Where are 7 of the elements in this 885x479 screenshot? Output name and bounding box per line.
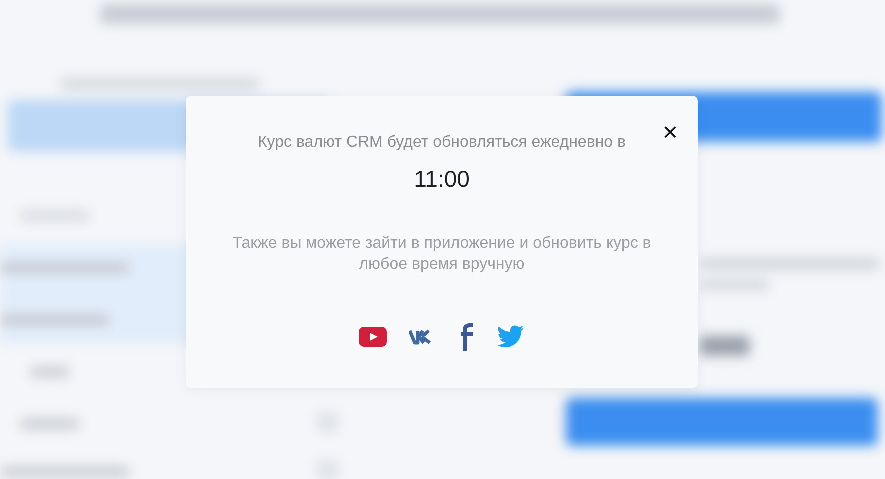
facebook-icon[interactable] xyxy=(459,323,475,351)
youtube-icon[interactable] xyxy=(359,327,387,347)
update-message: Курс валют CRM будет обновляться ежедневно в xyxy=(258,134,626,152)
close-button[interactable]: × xyxy=(662,122,678,142)
manual-update-note: Также вы можете зайти в приложение и обновить курс в любое время вручную xyxy=(232,234,652,275)
twitter-icon[interactable] xyxy=(497,325,525,349)
update-time: 11:00 xyxy=(414,166,470,193)
